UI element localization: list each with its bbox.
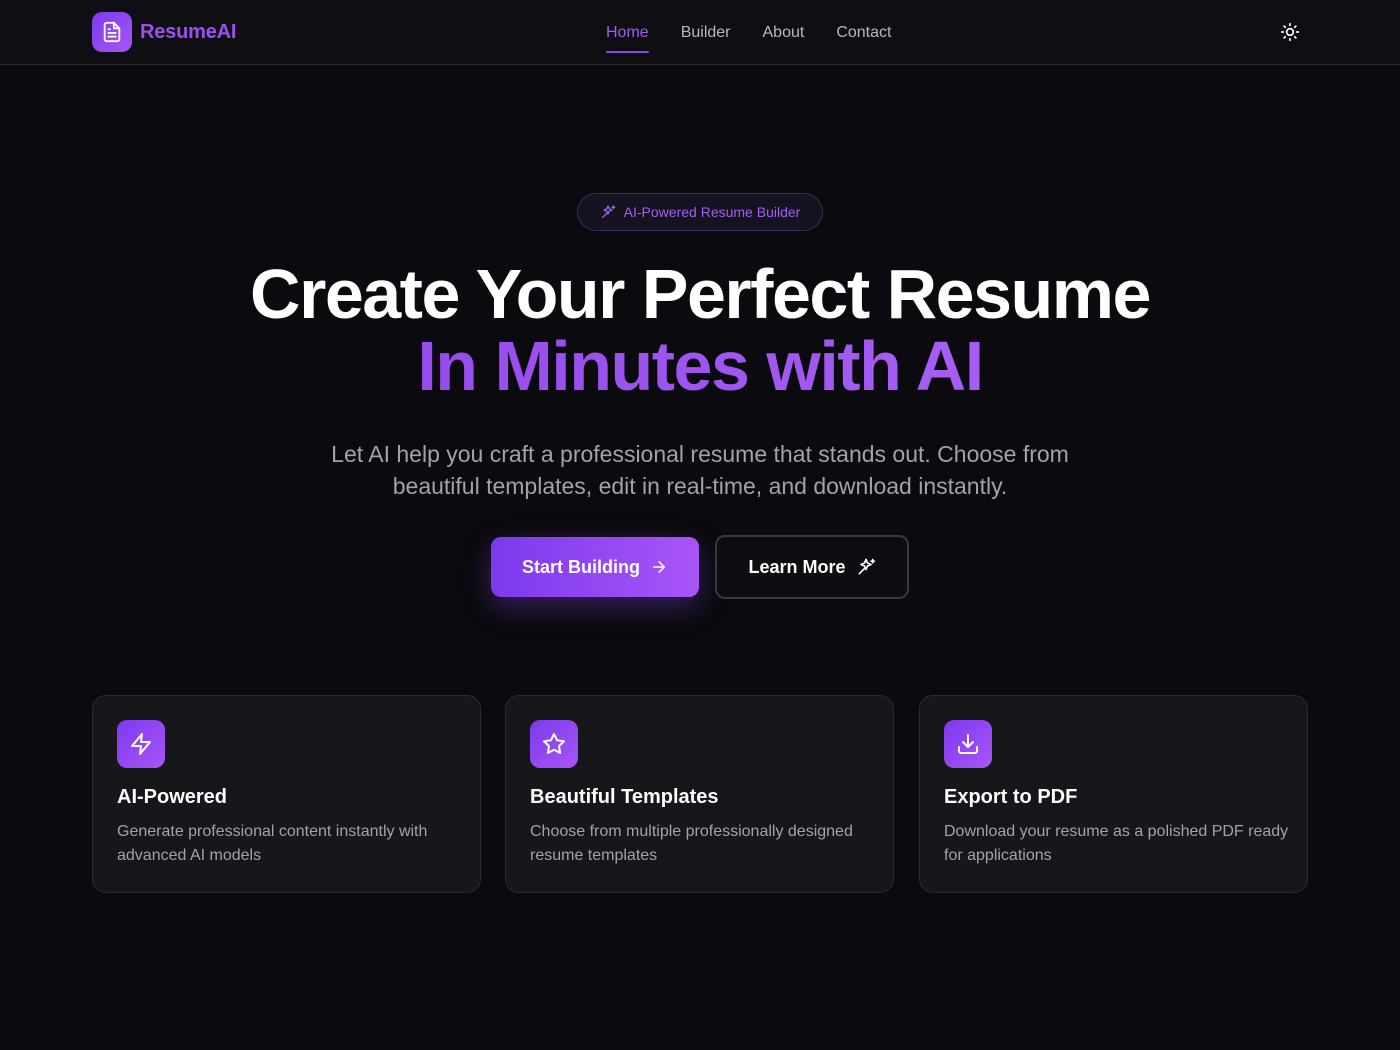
feature-title: Beautiful Templates — [530, 786, 719, 808]
hero-subtitle: Let AI help you craft a professional res… — [331, 441, 1069, 499]
arrow-right-icon — [653, 561, 665, 573]
star-icon — [530, 720, 578, 768]
feature-card-export-pdf: Export to PDF Download your resume as a … — [919, 695, 1308, 893]
nav-item-contact[interactable]: Contact — [836, 0, 891, 65]
feature-title: Export to PDF — [944, 786, 1078, 808]
hero-title-line1: Create Your Perfect Resume — [250, 255, 1151, 333]
nav-item-builder[interactable]: Builder — [681, 0, 731, 65]
hero-badge-label: AI-Powered Resume Builder — [623, 204, 801, 220]
nav-item-home[interactable]: Home — [606, 0, 649, 65]
main-nav: Home Builder About Contact — [606, 0, 891, 65]
feature-card-ai-powered: AI-Powered Generate professional content… — [92, 695, 481, 893]
learn-more-button[interactable]: Learn More — [715, 535, 909, 599]
start-building-label: Start Building — [522, 556, 640, 577]
sun-icon — [1280, 22, 1300, 42]
feature-description: Download your resume as a polished PDF r… — [944, 823, 1289, 864]
landing-page: ResumeAI Home Builder About Contact AI-P… — [0, 0, 1400, 1050]
sparkles-icon — [601, 205, 616, 218]
theme-toggle-button[interactable] — [1274, 16, 1306, 48]
top-navbar: ResumeAI Home Builder About Contact — [0, 0, 1400, 65]
feature-description: Choose from multiple professionally desi… — [530, 823, 853, 864]
hero-badge: AI-Powered Resume Builder — [577, 193, 823, 231]
hero-title-line2: In Minutes with AI — [0, 330, 1400, 402]
brand-name: ResumeAI — [140, 20, 237, 43]
sparkles-icon — [858, 558, 875, 575]
download-icon — [944, 720, 992, 768]
feature-card-templates: Beautiful Templates Choose from multiple… — [505, 695, 894, 893]
start-building-button[interactable]: Start Building — [491, 537, 699, 597]
document-icon — [92, 12, 132, 52]
feature-title: AI-Powered — [117, 786, 228, 808]
learn-more-label: Learn More — [748, 556, 846, 577]
feature-description: Generate professional content instantly … — [117, 823, 428, 864]
hero-title: Create Your Perfect Resume In Minutes wi… — [0, 258, 1400, 402]
lightning-icon — [117, 720, 165, 768]
nav-item-about[interactable]: About — [763, 0, 805, 65]
brand-logo[interactable]: ResumeAI — [92, 12, 236, 52]
